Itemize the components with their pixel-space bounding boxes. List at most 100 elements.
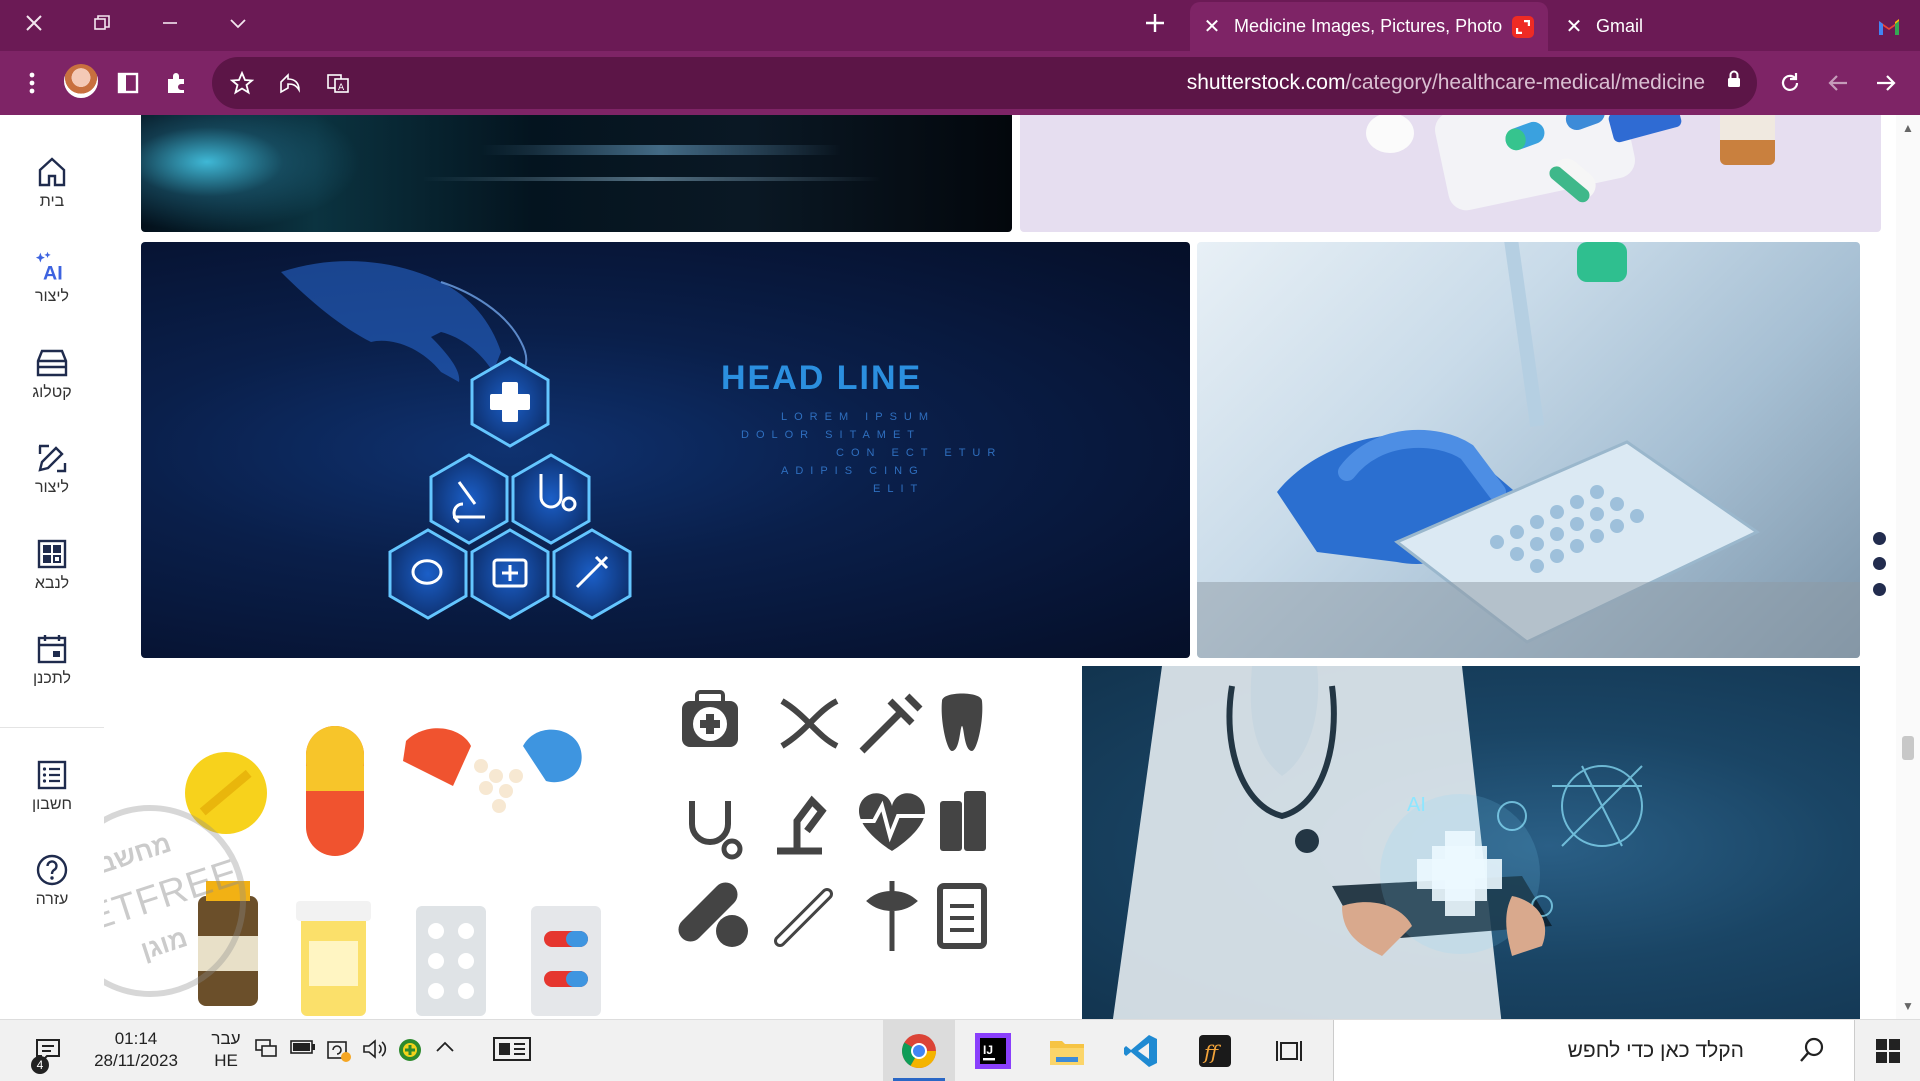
image-tile-lab-pipette[interactable] — [1197, 242, 1860, 658]
image-light-streak — [481, 145, 841, 155]
image-tile-tech-dark[interactable] — [141, 115, 1012, 232]
chevron-down-icon — [230, 18, 246, 28]
profile-avatar[interactable] — [64, 64, 98, 98]
page-dot[interactable] — [1873, 532, 1886, 545]
extensions-puzzle-icon[interactable] — [156, 63, 196, 103]
url-path: /category/healthcare-medical/medicine — [1345, 71, 1705, 94]
restore-icon — [94, 14, 110, 30]
doctor-ai-illustration: AI — [1112, 666, 1643, 1019]
minimize-window-button[interactable] — [136, 0, 204, 45]
svg-text:AI: AI — [43, 263, 63, 284]
reload-icon[interactable] — [1770, 63, 1810, 103]
medical-icons-grid — [678, 690, 987, 951]
bookmark-star-icon[interactable] — [222, 63, 262, 103]
restore-window-button[interactable] — [68, 0, 136, 45]
netfree-tray-icon[interactable] — [398, 1038, 422, 1068]
nav-label: חשבון — [31, 796, 73, 813]
menu-kebab-icon[interactable] — [12, 63, 52, 103]
taskbar-app-vscode[interactable] — [1105, 1020, 1177, 1081]
sync-shield-icon[interactable] — [326, 1038, 352, 1068]
predict-grid-icon — [35, 537, 69, 571]
vscode-icon — [1124, 1034, 1157, 1067]
taskbar-app-file-explorer[interactable] — [1031, 1020, 1103, 1081]
page-scrollbar[interactable]: ▲ ▼ — [1896, 115, 1920, 1019]
image-tile-medical-headline[interactable]: HEAD LINE LOREM IPSUM DOLOR SITAMET CON … — [141, 242, 1190, 658]
folder-icon — [1050, 1040, 1084, 1065]
share-icon[interactable] — [270, 63, 310, 103]
nav-label: ליצור — [34, 479, 70, 496]
forward-arrow-icon[interactable] — [1866, 63, 1906, 103]
shutterstock-favicon-icon — [1512, 15, 1534, 38]
nav-item-ai-create[interactable]: AI ליצור — [0, 237, 104, 319]
back-arrow-icon[interactable] — [1818, 63, 1858, 103]
image-tile-medical-icons[interactable] — [642, 666, 1054, 1019]
volume-icon[interactable] — [362, 1038, 388, 1066]
windows-taskbar: 4 01:14 28/11/2023 עבר HE IJ ff הקלד כאן… — [0, 1019, 1920, 1081]
nav-item-predict[interactable]: לנבא — [0, 524, 104, 606]
notification-center-button[interactable]: 4 — [20, 1020, 76, 1081]
clock-time: 01:14 — [114, 1029, 158, 1048]
scroll-down-arrow-icon[interactable]: ▼ — [1902, 999, 1914, 1013]
nav-label: קטלוג — [32, 384, 72, 401]
nav-item-create[interactable]: ליצור — [0, 428, 104, 510]
page-dot[interactable] — [1873, 557, 1886, 570]
address-bar[interactable]: A shutterstock.com/category/healthcare-m… — [212, 57, 1757, 109]
chrome-icon — [902, 1033, 936, 1068]
nav-label: בית — [39, 193, 65, 210]
image-gallery: HEAD LINE LOREM IPSUM DOLOR SITAMET CON … — [104, 115, 1884, 1019]
tab-search-button[interactable] — [204, 0, 272, 45]
translate-icon[interactable]: A — [318, 63, 358, 103]
image-tile-doctor-ai[interactable]: AI — [1082, 666, 1860, 1019]
taskbar-app-font-tool[interactable]: ff — [1179, 1020, 1251, 1081]
headline-line: DOLOR SITAMET — [741, 429, 921, 441]
svg-text:A: A — [338, 83, 345, 93]
nav-item-plan[interactable]: לתכנן — [0, 619, 104, 701]
sidebar-toggle-icon[interactable] — [108, 63, 148, 103]
nav-label: לתכנן — [33, 670, 71, 687]
nav-label: עזרה — [35, 891, 69, 908]
tab-medicine[interactable]: ✕ Medicine Images, Pictures, Photos — [1190, 2, 1548, 51]
nav-label: ליצור — [34, 288, 70, 305]
tab-close-icon[interactable]: ✕ — [1552, 14, 1596, 39]
taskbar-app-chrome[interactable] — [883, 1020, 955, 1081]
minimize-icon — [163, 21, 177, 24]
ai-generate-icon: AI — [35, 250, 69, 284]
tab-gmail[interactable]: ✕ Gmail — [1552, 2, 1920, 51]
catalog-icon — [35, 346, 69, 380]
scroll-thumb[interactable] — [1902, 736, 1914, 760]
battery-icon[interactable] — [290, 1038, 316, 1061]
nav-item-help[interactable]: עזרה — [0, 840, 104, 922]
headline-line: LOREM IPSUM — [781, 411, 935, 423]
account-list-icon — [35, 758, 69, 792]
headline-line: CON ECT ETUR — [836, 447, 1002, 459]
tab-close-icon[interactable]: ✕ — [1190, 14, 1234, 39]
url-text: shutterstock.com/category/healthcare-med… — [1187, 71, 1705, 95]
edit-create-icon — [35, 441, 69, 475]
image-light-streak — [421, 177, 881, 181]
taskbar-app-intellij[interactable]: IJ — [957, 1020, 1029, 1081]
network-icon[interactable] — [254, 1038, 278, 1066]
language-code: HE — [214, 1051, 238, 1070]
nav-item-home[interactable]: בית — [0, 142, 104, 224]
tab-title: Medicine Images, Pictures, Photos — [1234, 16, 1502, 36]
nav-item-catalog[interactable]: קטלוג — [0, 333, 104, 415]
headline-title: HEAD LINE — [721, 359, 922, 397]
new-tab-button[interactable] — [1122, 0, 1188, 45]
news-widget-icon[interactable] — [492, 1036, 532, 1068]
scroll-up-arrow-icon[interactable]: ▲ — [1902, 121, 1914, 135]
task-view-button[interactable] — [1253, 1020, 1325, 1081]
lock-icon[interactable] — [1727, 70, 1741, 93]
image-tile-pills-lavender[interactable] — [1020, 115, 1881, 232]
taskbar-search[interactable]: הקלד כאן כדי לחפש — [1333, 1020, 1855, 1081]
browser-toolbar: A shutterstock.com/category/healthcare-m… — [0, 51, 1920, 115]
language-name: עבר — [211, 1029, 241, 1048]
medical-hexagon-illustration: HEAD LINE LOREM IPSUM DOLOR SITAMET CON … — [281, 261, 1002, 620]
clock[interactable]: 01:14 28/11/2023 — [86, 1028, 186, 1072]
chevron-up-icon[interactable] — [434, 1036, 456, 1064]
start-button[interactable] — [1856, 1020, 1920, 1081]
page-dot[interactable] — [1873, 583, 1886, 596]
nav-item-account[interactable]: חשבון — [0, 745, 104, 827]
home-icon — [35, 155, 69, 189]
language-indicator[interactable]: עבר HE — [206, 1028, 246, 1072]
close-window-button[interactable] — [0, 0, 68, 45]
